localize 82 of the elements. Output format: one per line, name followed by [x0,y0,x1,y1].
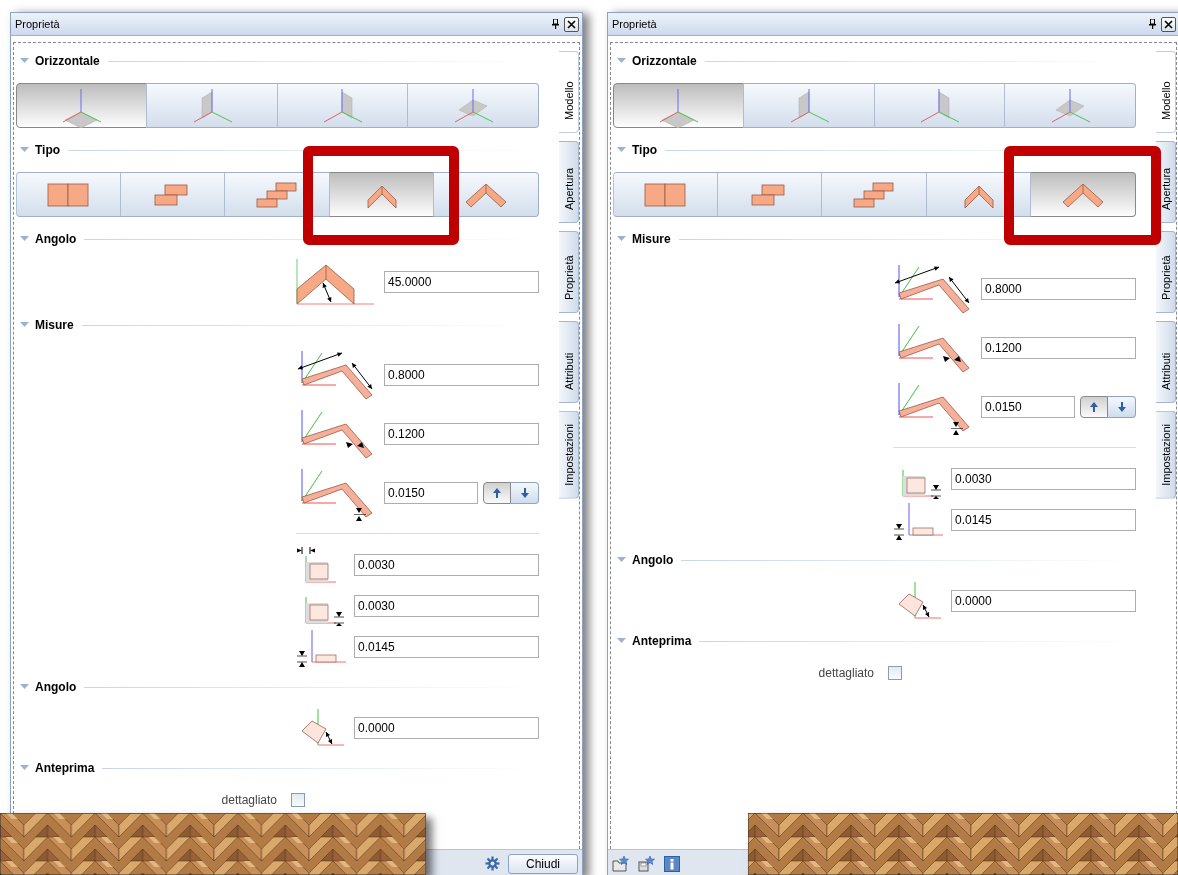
window-title: Proprietà [15,18,61,30]
checkbox-label: dettagliato [818,666,874,680]
step-up-button[interactable] [483,481,511,504]
option-button[interactable] [613,83,744,128]
option-button[interactable] [613,172,718,217]
value-field[interactable]: 0.0150 [384,481,478,504]
floppy-star-icon[interactable] [638,855,656,872]
section-title: Angolo [35,232,77,246]
section-title: Tipo [632,143,658,157]
value-field[interactable]: 0.0030 [354,553,539,576]
collapse-icon[interactable] [20,684,29,690]
side-tab[interactable]: Modello [559,51,579,133]
info-icon[interactable] [664,855,680,872]
checkbox[interactable] [291,793,305,807]
settings-icon[interactable] [485,856,500,871]
collapse-icon[interactable] [617,58,626,64]
section-title: Orizzontale [632,54,697,68]
step-up-button[interactable] [1080,395,1108,418]
step-down-button[interactable] [511,481,539,504]
pin-icon[interactable] [1149,19,1156,29]
value-field[interactable]: 0.0150 [981,395,1075,418]
step-down-button[interactable] [1108,395,1136,418]
value-field[interactable]: 0.1200 [384,422,539,445]
collapse-icon[interactable] [20,147,29,153]
option-button[interactable] [16,172,121,217]
value-field[interactable]: 0.8000 [981,277,1136,300]
up-arrow-icon [1090,401,1098,412]
collapse-icon[interactable] [20,236,29,242]
checkbox[interactable] [888,666,902,680]
value-field[interactable]: 0.0030 [354,594,539,617]
side-tab[interactable]: Proprietà [1156,231,1176,313]
value-field[interactable]: 45.0000 [384,271,539,293]
section-title: Misure [35,318,74,332]
collapse-icon[interactable] [20,322,29,328]
side-tab[interactable]: Attributi [1156,321,1176,403]
side-tab[interactable]: Impostazioni [559,411,579,499]
option-button[interactable] [821,172,927,217]
down-arrow-icon [520,487,529,498]
collapse-icon[interactable] [20,765,29,771]
option-button[interactable] [1030,172,1136,217]
collapse-icon[interactable] [617,557,626,563]
value-field[interactable]: 0.0145 [354,635,539,658]
side-tab[interactable]: Modello [1156,51,1176,133]
value-field[interactable]: 0.0030 [951,467,1136,490]
section-title: Angolo [35,680,77,694]
section-title: Orizzontale [35,54,100,68]
option-button[interactable] [224,172,330,217]
side-tab[interactable]: Attributi [559,321,579,403]
value-field[interactable]: 0.1200 [981,336,1136,359]
value-field[interactable]: 0.8000 [384,363,539,386]
option-button[interactable] [433,172,539,217]
chevron-angle-icon [296,259,376,305]
side-tab[interactable]: Impostazioni [1156,411,1176,499]
collapse-icon[interactable] [617,236,626,242]
value-field[interactable]: 0.0000 [951,589,1136,612]
side-tab[interactable]: Apertura [559,141,579,223]
section-title: Misure [632,232,671,246]
value-field[interactable]: 0.0145 [951,508,1136,531]
folder-star-icon[interactable] [612,855,630,872]
section-title: Anteprima [35,761,95,775]
option-button[interactable] [119,172,226,217]
option-button[interactable] [716,172,823,217]
close-icon [1164,19,1173,29]
checkbox-label: dettagliato [221,793,277,807]
value-field[interactable]: 0.0000 [354,716,539,739]
option-button[interactable] [16,83,147,128]
collapse-icon[interactable] [20,58,29,64]
up-arrow-icon [493,487,501,498]
section-title: Tipo [35,143,61,157]
section-title: Anteprima [632,634,692,648]
pin-icon[interactable] [552,19,559,29]
side-tab[interactable]: Proprietà [559,231,579,313]
close-icon [567,19,576,29]
window-title: Proprietà [612,18,658,30]
option-button[interactable] [328,172,435,217]
collapse-icon[interactable] [617,638,626,644]
section-title: Angolo [632,553,674,567]
down-arrow-icon [1117,401,1126,412]
close-button[interactable] [1161,16,1176,32]
collapse-icon[interactable] [617,147,626,153]
close-dialog-button[interactable]: Chiudi [508,853,578,874]
close-button[interactable] [564,16,579,32]
